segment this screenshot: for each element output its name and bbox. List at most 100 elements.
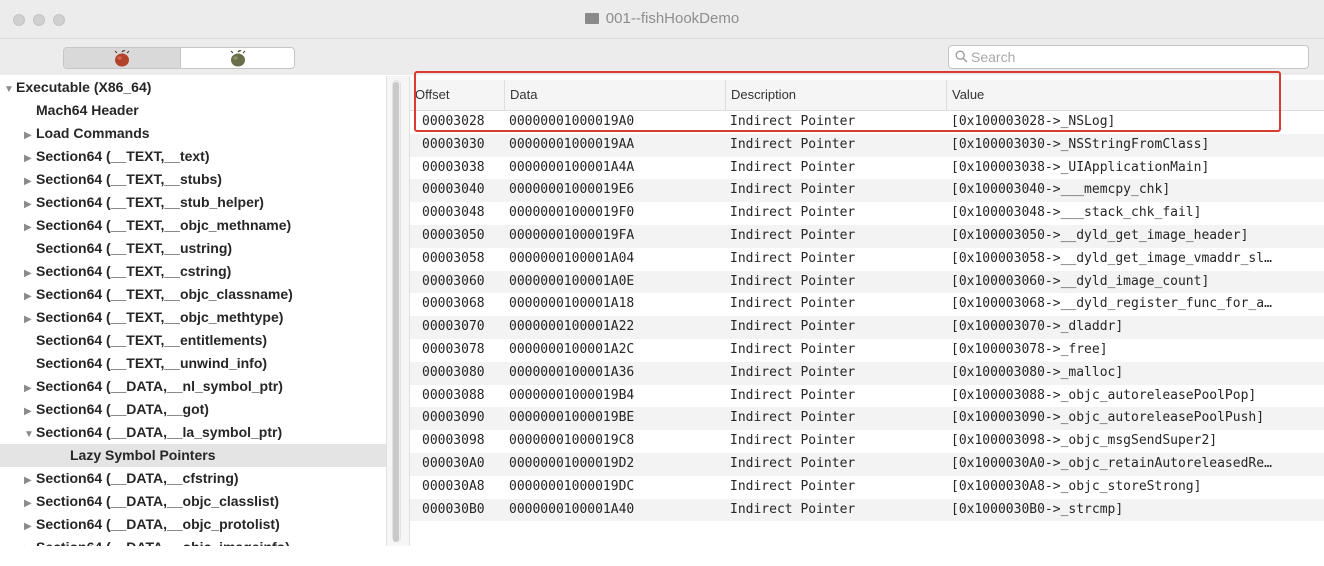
symbol-table: Offset Data Description Value 00003028 00… bbox=[410, 76, 1324, 546]
sidebar-item[interactable]: ▼ Section64 (__DATA,__la_symbol_ptr) bbox=[0, 421, 386, 444]
sidebar-tree: ▼ Executable (X86_64) Mach64 Header ▶ Load C… bbox=[0, 76, 386, 546]
sidebar-item-label: Lazy Symbol Pointers bbox=[70, 447, 216, 463]
disclosure-closed-icon[interactable]: ▶ bbox=[24, 308, 36, 331]
view-mode-segmented-control bbox=[63, 47, 295, 69]
table-row[interactable]: 00003058 0000000100001A04 Indirect Pointer… bbox=[410, 248, 1324, 271]
sidebar-item[interactable]: ▶ Section64 (__TEXT,__stub_helper) bbox=[0, 191, 386, 214]
sidebar-item[interactable]: Section64 (__TEXT,__unwind_info) bbox=[0, 352, 386, 375]
disclosure-closed-icon[interactable]: ▶ bbox=[24, 538, 36, 546]
disclosure-open-icon[interactable]: ▼ bbox=[24, 423, 36, 446]
table-row[interactable]: 00003038 0000000100001A4A Indirect Pointer… bbox=[410, 157, 1324, 180]
disclosure-closed-icon[interactable]: ▶ bbox=[24, 515, 36, 538]
cell-value: [0x1000030B0->_strcmp] bbox=[951, 501, 1124, 517]
sidebar-item-label: Section64 (__TEXT,__stubs) bbox=[36, 171, 222, 187]
disclosure-closed-icon[interactable]: ▶ bbox=[24, 216, 36, 239]
table-row[interactable]: 000030A8 00000001000019DC Indirect Pointer… bbox=[410, 476, 1324, 499]
table-row[interactable]: 00003080 0000000100001A36 Indirect Pointer… bbox=[410, 361, 1324, 385]
sidebar-item-label: Section64 (__DATA,__objc_classlist) bbox=[36, 493, 280, 509]
sidebar-item[interactable]: ▼ Executable (X86_64) bbox=[0, 76, 386, 99]
sidebar-item[interactable]: ▶ Section64 (__TEXT,__objc_methtype) bbox=[0, 306, 386, 329]
table-row[interactable]: 00003078 0000000100001A2C Indirect Pointer… bbox=[410, 339, 1324, 362]
table-row[interactable]: 00003040 00000001000019E6 Indirect Pointer… bbox=[410, 179, 1324, 203]
disclosure-closed-icon[interactable]: ▶ bbox=[24, 147, 36, 170]
sidebar-item-label: Section64 (__TEXT,__objc_classname) bbox=[36, 286, 293, 302]
sidebar-item[interactable]: Mach64 Header bbox=[0, 99, 386, 122]
cell-data: 00000001000019B4 bbox=[509, 387, 635, 403]
table-row[interactable]: 000030A0 00000001000019D2 Indirect Pointer… bbox=[410, 452, 1324, 476]
table-row[interactable]: 00003030 00000001000019AA Indirect Pointer… bbox=[410, 133, 1324, 157]
table-row[interactable]: 00003068 0000000100001A18 Indirect Pointer… bbox=[410, 293, 1324, 316]
table-row[interactable]: 00003090 00000001000019BE Indirect Pointer… bbox=[410, 407, 1324, 431]
sidebar-item[interactable]: ▶ Section64 (__TEXT,__objc_methname) bbox=[0, 214, 386, 237]
disclosure-open-icon[interactable]: ▼ bbox=[4, 78, 16, 101]
table-row[interactable]: 00003050 00000001000019FA Indirect Pointer… bbox=[410, 224, 1324, 248]
cell-description: Indirect Pointer bbox=[730, 410, 856, 426]
search-input[interactable] bbox=[971, 48, 1301, 66]
cell-description: Indirect Pointer bbox=[730, 159, 856, 175]
sidebar-item[interactable]: Lazy Symbol Pointers bbox=[0, 444, 386, 467]
disclosure-closed-icon[interactable]: ▶ bbox=[24, 377, 36, 400]
cell-value: [0x100003040->___memcpy_chk] bbox=[951, 182, 1171, 198]
sidebar-item[interactable]: ▶ Section64 (__DATA,__got) bbox=[0, 398, 386, 421]
cell-value: [0x100003048->___stack_chk_fail] bbox=[951, 205, 1202, 221]
cell-data: 0000000100001A22 bbox=[509, 319, 635, 335]
sidebar-item[interactable]: Section64 (__TEXT,__ustring) bbox=[0, 237, 386, 260]
sidebar-scrollbar[interactable] bbox=[386, 76, 410, 546]
rva-view-button[interactable] bbox=[180, 48, 294, 68]
sidebar-item[interactable]: ▶ Section64 (__DATA,__objc_classlist) bbox=[0, 490, 386, 513]
cell-description: Indirect Pointer bbox=[730, 136, 856, 152]
cell-offset: 00003038 bbox=[422, 159, 485, 175]
disclosure-closed-icon[interactable]: ▶ bbox=[24, 285, 36, 308]
cell-data: 00000001000019C8 bbox=[509, 433, 635, 449]
sidebar-item[interactable]: Section64 (__TEXT,__entitlements) bbox=[0, 329, 386, 352]
table-row[interactable]: 00003060 0000000100001A0E Indirect Pointer… bbox=[410, 270, 1324, 294]
cell-description: Indirect Pointer bbox=[730, 227, 856, 243]
table-row[interactable]: 00003098 00000001000019C8 Indirect Pointer… bbox=[410, 430, 1324, 453]
raw-view-button[interactable] bbox=[64, 48, 181, 68]
cell-value: [0x100003028->_NSLog] bbox=[951, 114, 1116, 129]
sidebar-item[interactable]: ▶ Section64 (__TEXT,__cstring) bbox=[0, 260, 386, 283]
cell-value: [0x100003098->_objc_msgSendSuper2] bbox=[951, 433, 1218, 449]
scrollbar-thumb[interactable] bbox=[393, 82, 399, 542]
disclosure-closed-icon[interactable]: ▶ bbox=[24, 170, 36, 193]
disclosure-closed-icon[interactable]: ▶ bbox=[24, 492, 36, 515]
sidebar-item[interactable]: ▶ Section64 (__TEXT,__text) bbox=[0, 145, 386, 168]
sidebar-item[interactable]: ▶ Section64 (__DATA,__cfstring) bbox=[0, 467, 386, 490]
sidebar-item-label: Section64 (__DATA,__got) bbox=[36, 401, 209, 417]
search-field[interactable] bbox=[948, 45, 1309, 69]
sidebar-item-label: Load Commands bbox=[36, 125, 150, 141]
cell-data: 00000001000019BE bbox=[509, 410, 635, 426]
cell-value: [0x100003038->_UIApplicationMain] bbox=[951, 159, 1210, 175]
table-row[interactable]: 00003070 0000000100001A22 Indirect Pointer… bbox=[410, 316, 1324, 339]
cell-description: Indirect Pointer bbox=[730, 273, 856, 289]
cell-value: [0x100003080->_malloc] bbox=[951, 364, 1124, 380]
disclosure-closed-icon[interactable]: ▶ bbox=[24, 124, 36, 147]
table-row[interactable]: 00003028 00000001000019A0 Indirect Pointer… bbox=[410, 111, 1324, 134]
disclosure-closed-icon[interactable]: ▶ bbox=[24, 193, 36, 216]
cell-value: [0x100003030->_NSStringFromClass] bbox=[951, 136, 1210, 152]
cell-description: Indirect Pointer bbox=[730, 319, 856, 335]
cell-offset: 00003040 bbox=[422, 182, 485, 198]
sidebar-item[interactable]: ▶ Section64 (__DATA,__nl_symbol_ptr) bbox=[0, 375, 386, 398]
sidebar-item-label: Executable (X86_64) bbox=[16, 79, 152, 95]
table-row[interactable]: 00003088 00000001000019B4 Indirect Pointer… bbox=[410, 385, 1324, 408]
column-header-offset[interactable]: Offset bbox=[410, 80, 504, 110]
sidebar-item[interactable]: ▶Section64 (__DATA,__objc_imageinfo) bbox=[0, 536, 386, 546]
sidebar-item[interactable]: ▶ Section64 (__DATA,__objc_protolist) bbox=[0, 513, 386, 536]
sidebar-item[interactable]: ▶ Load Commands bbox=[0, 122, 386, 145]
disclosure-closed-icon[interactable]: ▶ bbox=[24, 469, 36, 492]
disclosure-closed-icon[interactable]: ▶ bbox=[24, 262, 36, 285]
column-header-value[interactable]: Value bbox=[946, 80, 1324, 110]
table-row[interactable]: 000030B0 0000000100001A40 Indirect Pointer… bbox=[410, 498, 1324, 522]
disclosure-closed-icon[interactable]: ▶ bbox=[24, 400, 36, 423]
cell-value: [0x100003050->__dyld_get_image_header] bbox=[951, 227, 1249, 243]
cell-offset: 00003090 bbox=[422, 410, 485, 426]
column-header-data[interactable]: Data bbox=[504, 80, 725, 110]
table-row[interactable]: 00003048 00000001000019F0 Indirect Pointer… bbox=[410, 202, 1324, 225]
column-header-description[interactable]: Description bbox=[725, 80, 946, 110]
sidebar-item[interactable]: ▶ Section64 (__TEXT,__objc_classname) bbox=[0, 283, 386, 306]
window-title: 001--fishHookDemo bbox=[0, 10, 1324, 27]
cell-data: 00000001000019DC bbox=[509, 478, 635, 494]
sidebar-item[interactable]: ▶ Section64 (__TEXT,__stubs) bbox=[0, 168, 386, 191]
sidebar-item-label: Section64 (__TEXT,__unwind_info) bbox=[36, 355, 268, 371]
